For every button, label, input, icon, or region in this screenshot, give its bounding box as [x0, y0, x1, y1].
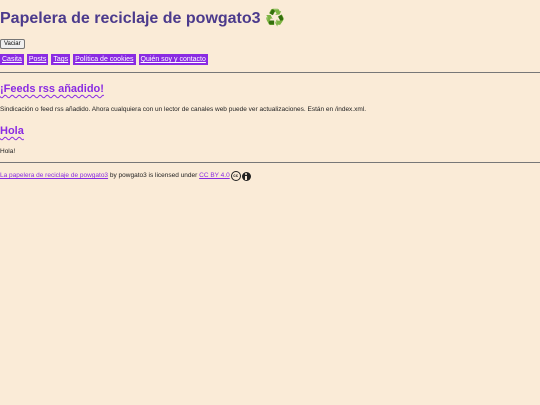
- nav-item-tags[interactable]: Tags: [51, 54, 71, 65]
- site-title: Papelera de reciclaje de powgato3 ♻️: [0, 9, 285, 29]
- footer-license-text: by powgato3 is licensed under: [108, 172, 200, 179]
- nav-item-casita[interactable]: Casita: [0, 54, 24, 65]
- nav-item-contact[interactable]: Quién soy y contacto: [138, 54, 208, 65]
- by-attribution-icon: [241, 171, 251, 181]
- nav-item-posts[interactable]: Posts: [26, 54, 49, 65]
- header-divider: [0, 72, 540, 73]
- post-body: Sindicación o feed rss añadido. Ahora cu…: [0, 106, 367, 113]
- footer: La papelera de reciclaje de powgato3 by …: [0, 171, 251, 181]
- recycle-icon: ♻️: [265, 10, 285, 27]
- post-title[interactable]: ¡Feeds rss añadido!: [0, 82, 104, 96]
- license-link[interactable]: CC BY 4.0: [199, 171, 230, 181]
- post-title[interactable]: Hola: [0, 124, 24, 138]
- empty-button[interactable]: Vaciar: [0, 39, 25, 49]
- footer-divider: [0, 162, 540, 163]
- site-title-text: Papelera de reciclaje de powgato3: [0, 10, 261, 27]
- main-nav: Casita Posts Tags Política de cookies Qu…: [0, 54, 208, 65]
- post-body: Hola!: [0, 148, 16, 155]
- cc-icon: cc: [230, 171, 241, 181]
- site-link[interactable]: La papelera de reciclaje de powgato3: [0, 171, 108, 181]
- nav-item-cookies[interactable]: Política de cookies: [73, 54, 136, 65]
- page: Papelera de reciclaje de powgato3 ♻️ Vac…: [0, 0, 540, 405]
